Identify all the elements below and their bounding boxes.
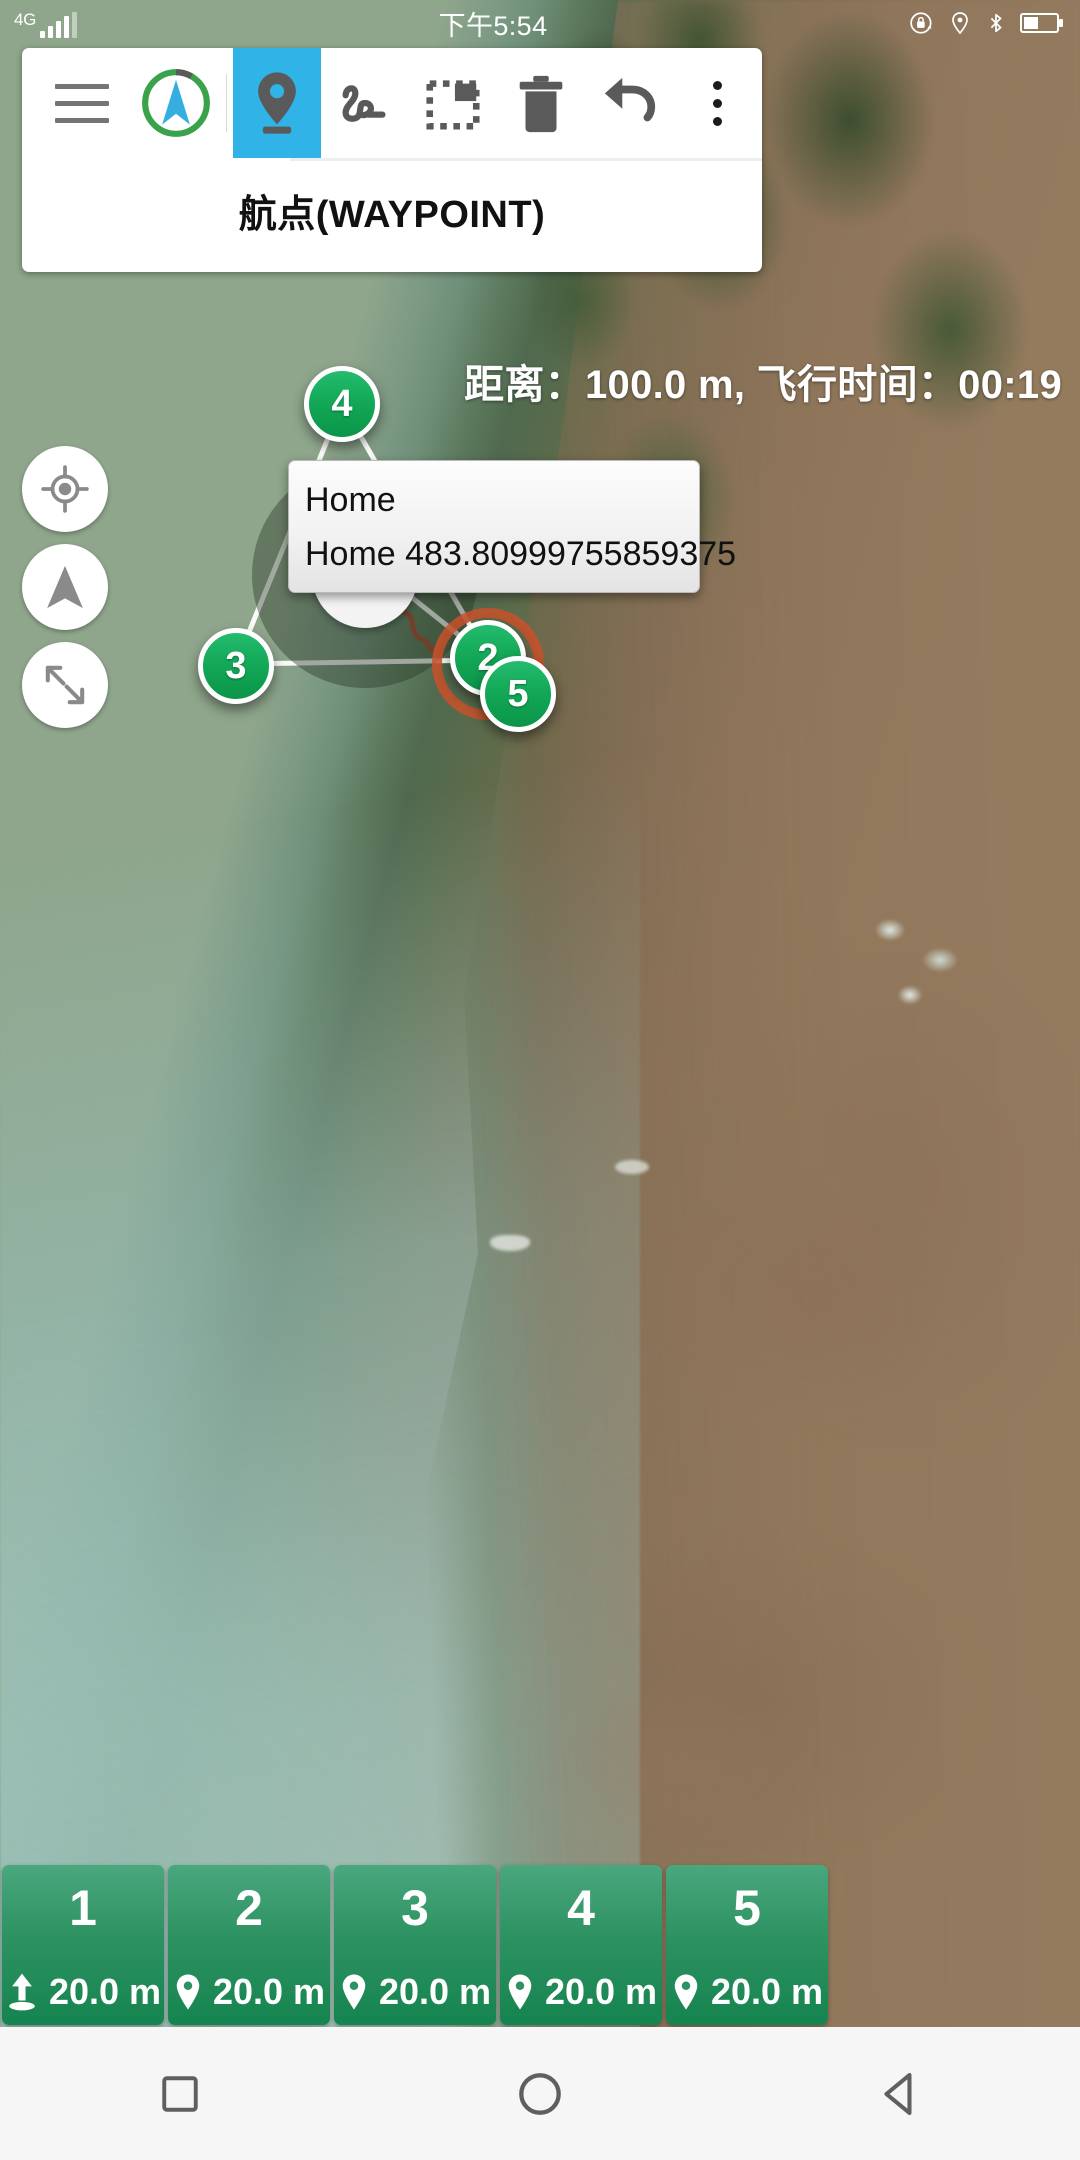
delete-button[interactable] bbox=[497, 48, 585, 158]
toolbar-divider bbox=[225, 74, 227, 132]
expand-diagonal-arrows-icon bbox=[45, 665, 85, 705]
waypoint-card-5[interactable]: 5 20.0 m bbox=[666, 1865, 828, 2025]
waypoint-tool-button[interactable] bbox=[232, 48, 321, 158]
waypoint-card-altitude: 20.0 m bbox=[544, 1971, 658, 2012]
waypoint-card-4[interactable]: 4 20.0 m bbox=[500, 1865, 662, 2025]
orientation-button[interactable] bbox=[22, 544, 108, 630]
back-button[interactable] bbox=[840, 2027, 960, 2160]
map-canvas[interactable] bbox=[0, 0, 1080, 2160]
bluetooth-icon bbox=[990, 13, 1002, 33]
waypoint-card-altitude: 20.0 m bbox=[212, 1971, 326, 2012]
status-bar: 4G 下午5:54 bbox=[0, 0, 1080, 46]
fit-zoom-button[interactable] bbox=[22, 642, 108, 728]
mission-info-text: 距离：100.0 m, 飞行时间：00:19 bbox=[464, 363, 1062, 407]
waypoint-card-altitude-row: 20.0 m bbox=[168, 1971, 330, 2013]
overflow-button[interactable] bbox=[674, 48, 762, 158]
mission-info-bar: 距离：100.0 m, 飞行时间：00:19 bbox=[0, 346, 1080, 416]
map-boat bbox=[490, 1235, 530, 1251]
popup-title: Home bbox=[305, 481, 396, 519]
waypoint-card-altitude-row: 20.0 m bbox=[2, 1971, 164, 2013]
undo-button[interactable] bbox=[586, 48, 674, 158]
waypoint-list-strip[interactable]: 1 20.0 m 2 20.0 m 3 20.0 m 4 20.0 m 5 20… bbox=[0, 1865, 1080, 2025]
map-pin-icon bbox=[508, 1974, 532, 2010]
editor-toolbar-card: 航点(WAYPOINT) bbox=[22, 48, 762, 272]
menu-button[interactable] bbox=[32, 48, 131, 158]
home-button[interactable] bbox=[480, 2027, 600, 2160]
map-controls bbox=[22, 446, 108, 740]
waypoint-card-altitude: 20.0 m bbox=[48, 1971, 162, 2012]
navigation-arrow-icon bbox=[47, 565, 83, 609]
compass-navigation-icon bbox=[141, 69, 210, 137]
my-location-button[interactable] bbox=[22, 446, 108, 532]
battery-icon bbox=[1020, 13, 1063, 33]
takeoff-icon bbox=[9, 1973, 35, 2011]
waypoint-card-1[interactable]: 1 20.0 m bbox=[2, 1865, 164, 2025]
status-bar-right bbox=[909, 9, 1080, 37]
status-bar-clock: 下午5:54 bbox=[438, 10, 548, 41]
undo-arrow-icon bbox=[604, 77, 655, 122]
android-nav-bar bbox=[0, 2027, 1080, 2160]
active-tool-title: 航点(WAYPOINT) bbox=[238, 194, 546, 236]
marker-info-popup[interactable]: Home Home 483.80999755859375 bbox=[288, 460, 737, 594]
network-type-label: 4G bbox=[14, 10, 37, 29]
waypoint-card-altitude-row: 20.0 m bbox=[500, 1971, 662, 2013]
kebab-menu-icon bbox=[713, 80, 723, 126]
circle-icon bbox=[519, 2072, 561, 2115]
map-pin-icon bbox=[674, 1974, 698, 2010]
waypoint-card-number: 5 bbox=[733, 1880, 761, 1936]
area-select-tool-button[interactable] bbox=[409, 48, 497, 158]
map-pin-icon bbox=[342, 1974, 366, 2010]
toolbar-row bbox=[22, 48, 762, 158]
crosshair-location-icon bbox=[41, 465, 89, 513]
map-pin-icon bbox=[176, 1974, 200, 2010]
status-bar-left: 4G bbox=[0, 0, 78, 46]
waypoint-card-altitude-row: 20.0 m bbox=[334, 1971, 496, 2013]
waypoint-card-number: 1 bbox=[69, 1880, 97, 1936]
map-pin-icon bbox=[257, 72, 296, 134]
square-icon bbox=[162, 2075, 198, 2112]
map-boat bbox=[615, 1160, 649, 1174]
trash-icon bbox=[520, 75, 563, 133]
rotation-lock-icon bbox=[910, 12, 932, 34]
signal-icon bbox=[40, 12, 78, 46]
waypoint-card-altitude: 20.0 m bbox=[378, 1971, 492, 2012]
triangle-back-icon bbox=[884, 2072, 912, 2115]
waypoint-card-altitude-row: 20.0 m bbox=[666, 1971, 828, 2013]
selection-rectangle-icon bbox=[426, 80, 480, 130]
hamburger-icon bbox=[54, 83, 109, 123]
waypoint-card-altitude: 20.0 m bbox=[710, 1971, 824, 2012]
recents-button[interactable] bbox=[120, 2027, 240, 2160]
waypoint-card-2[interactable]: 2 20.0 m bbox=[168, 1865, 330, 2025]
waypoint-card-3[interactable]: 3 20.0 m bbox=[334, 1865, 496, 2025]
polyline-tool-button[interactable] bbox=[321, 48, 409, 158]
scribble-path-icon bbox=[342, 85, 386, 122]
map-buildings bbox=[850, 900, 1010, 1040]
popup-detail: Home 483.80999755859375 bbox=[305, 534, 737, 573]
location-icon bbox=[952, 12, 968, 35]
waypoint-card-number: 3 bbox=[401, 1880, 429, 1936]
waypoint-card-number: 4 bbox=[567, 1880, 595, 1936]
waypoint-card-number: 2 bbox=[235, 1880, 263, 1936]
compass-button[interactable] bbox=[131, 48, 219, 158]
